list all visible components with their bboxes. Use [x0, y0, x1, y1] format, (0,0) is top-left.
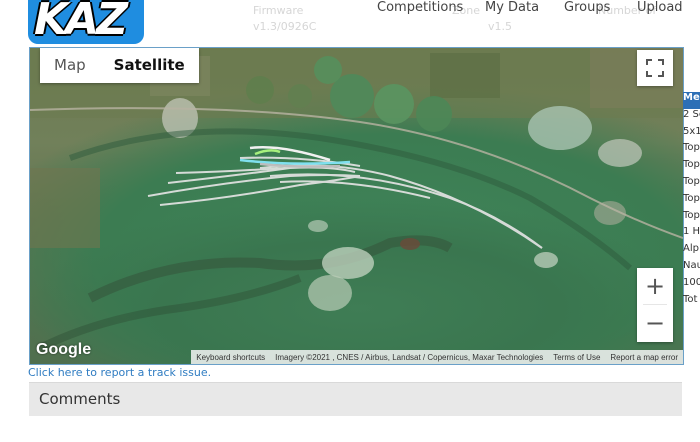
report-track-issue-link[interactable]: Click here to report a track issue. [28, 366, 211, 379]
comments-section-header: Comments [29, 382, 682, 416]
stats-row[interactable]: Top [683, 210, 700, 227]
stats-row[interactable]: Top [683, 176, 700, 193]
top-navigation: Firmware v1.3/0926C Zone v1.5 Number of … [0, 0, 700, 46]
stats-row[interactable]: 100 [683, 277, 700, 294]
site-logo[interactable]: KAZ [28, 0, 144, 45]
stats-row[interactable]: Nau [683, 260, 700, 277]
fullscreen-icon [646, 59, 664, 77]
report-map-error-link[interactable]: Report a map error [605, 353, 683, 362]
stats-row[interactable]: Top [683, 159, 700, 176]
stats-row[interactable]: Top [683, 193, 700, 210]
stats-row[interactable]: 2 Se [683, 109, 700, 126]
nav-groups[interactable]: Groups [564, 0, 610, 15]
ghost-firmware-label: Firmware [253, 4, 304, 17]
imagery-credit: Imagery ©2021 , CNES / Airbus, Landsat /… [275, 352, 544, 362]
google-logo[interactable]: Google [36, 341, 91, 359]
stats-row[interactable]: Top [683, 142, 700, 159]
zoom-controls: + − [637, 268, 673, 342]
stats-row[interactable]: Tot [683, 294, 700, 311]
comments-title: Comments [39, 390, 121, 408]
fullscreen-button[interactable] [637, 50, 673, 86]
ghost-version: v1.5 [488, 20, 513, 33]
stats-row[interactable]: 1 Hr [683, 226, 700, 243]
map-type-satellite-button[interactable]: Satellite [100, 48, 199, 83]
ghost-firmware-value: v1.3/0926C [253, 20, 317, 33]
stats-row[interactable]: Alp [683, 243, 700, 260]
zoom-in-button[interactable]: + [637, 268, 673, 304]
zoom-out-button[interactable]: − [637, 305, 673, 341]
nav-upload[interactable]: Upload [637, 0, 683, 15]
logo-text: KAZ [34, 0, 128, 45]
satellite-map[interactable]: Map Satellite + − Google Keyboard shortc… [29, 47, 684, 365]
nav-my-data[interactable]: My Data [485, 0, 539, 15]
keyboard-shortcuts-link[interactable]: Keyboard shortcuts [191, 353, 270, 362]
terms-of-use-link[interactable]: Terms of Use [548, 353, 605, 362]
map-type-toggle: Map Satellite [40, 48, 199, 83]
nav-competitions[interactable]: Competitions [377, 0, 463, 15]
map-imagery [30, 48, 683, 352]
stats-row[interactable]: 5x1 [683, 126, 700, 143]
gps-tracks [147, 156, 543, 249]
session-stats-column: Me 2 Se 5x1 Top Top Top Top Top 1 Hr Alp… [683, 92, 700, 310]
map-type-map-button[interactable]: Map [40, 48, 100, 83]
stats-header[interactable]: Me [683, 92, 700, 109]
map-attribution-bar: Keyboard shortcuts Imagery ©2021 , CNES … [191, 350, 683, 364]
